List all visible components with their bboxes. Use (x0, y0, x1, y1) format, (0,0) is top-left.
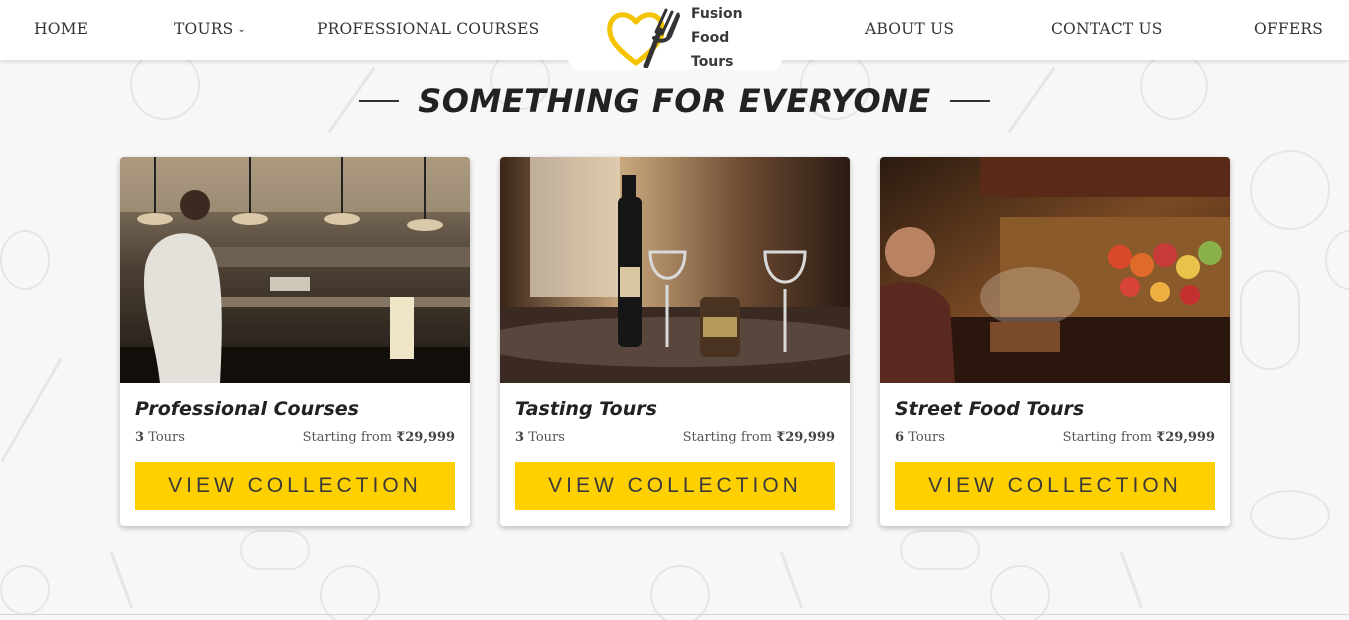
collection-card-tasting-tours[interactable]: Tasting Tours 3 Tours Starting from ₹29,… (500, 157, 850, 526)
logo-line-2: Food (691, 30, 730, 46)
starting-price: Starting from ₹29,999 (683, 430, 835, 445)
tour-count-number: 6 (895, 430, 905, 445)
tour-count: 6 Tours (895, 430, 945, 445)
card-title: Professional Courses (135, 398, 359, 420)
price-prefix: Starting from (682, 430, 773, 445)
site-logo[interactable]: Fusion Food Tours (606, 2, 756, 70)
card-meta: 6 Tours Starting from ₹29,999 (895, 430, 1215, 448)
price-prefix: Starting from (1062, 430, 1153, 445)
collection-card-street-food-tours[interactable]: Street Food Tours 6 Tours Starting from … (880, 157, 1230, 526)
section-heading: SOMETHING FOR EVERYONE (0, 82, 1349, 120)
nav-tours-label: TOURS (174, 20, 234, 38)
nav-tours[interactable]: TOURS ⌄ (174, 20, 246, 38)
nav-offers[interactable]: OFFERS (1254, 20, 1323, 38)
collection-card-professional-courses[interactable]: Professional Courses 3 Tours Starting fr… (120, 157, 470, 526)
chevron-down-icon: ⌄ (237, 24, 246, 35)
tour-count: 3 Tours (515, 430, 565, 445)
heading-rule-right (949, 100, 990, 102)
tour-count-number: 3 (135, 430, 145, 445)
heart-fork-icon (607, 8, 680, 68)
page-title: SOMETHING FOR EVERYONE (418, 82, 931, 120)
heading-rule-left (359, 100, 400, 102)
price-prefix: Starting from (302, 430, 393, 445)
market-stall-photo (880, 157, 1230, 383)
starting-price: Starting from ₹29,999 (303, 430, 455, 445)
starting-price: Starting from ₹29,999 (1063, 430, 1215, 445)
card-title: Tasting Tours (515, 398, 657, 420)
card-meta: 3 Tours Starting from ₹29,999 (515, 430, 835, 448)
price-value: ₹29,999 (396, 430, 455, 445)
view-collection-button[interactable]: VIEW COLLECTION (135, 462, 455, 510)
nav-professional-courses[interactable]: PROFESSIONAL COURSES (317, 20, 540, 38)
price-value: ₹29,999 (1156, 430, 1215, 445)
nav-contact-us[interactable]: CONTACT US (1051, 20, 1163, 38)
nav-home[interactable]: HOME (34, 20, 88, 38)
view-collection-button[interactable]: VIEW COLLECTION (895, 462, 1215, 510)
tour-count-label: Tours (908, 430, 945, 445)
chef-kitchen-photo (120, 157, 470, 383)
tour-count: 3 Tours (135, 430, 185, 445)
wine-table-photo (500, 157, 850, 383)
price-value: ₹29,999 (776, 430, 835, 445)
card-title: Street Food Tours (895, 398, 1085, 420)
tour-count-label: Tours (148, 430, 185, 445)
card-meta: 3 Tours Starting from ₹29,999 (135, 430, 455, 448)
view-collection-button[interactable]: VIEW COLLECTION (515, 462, 835, 510)
tour-count-number: 3 (515, 430, 525, 445)
nav-about-us[interactable]: ABOUT US (865, 20, 954, 38)
tour-count-label: Tours (528, 430, 565, 445)
logo-line-3: Tours (691, 54, 734, 70)
logo-text: Fusion Food Tours (691, 2, 761, 74)
logo-line-1: Fusion (691, 6, 743, 22)
page-divider (0, 614, 1349, 615)
